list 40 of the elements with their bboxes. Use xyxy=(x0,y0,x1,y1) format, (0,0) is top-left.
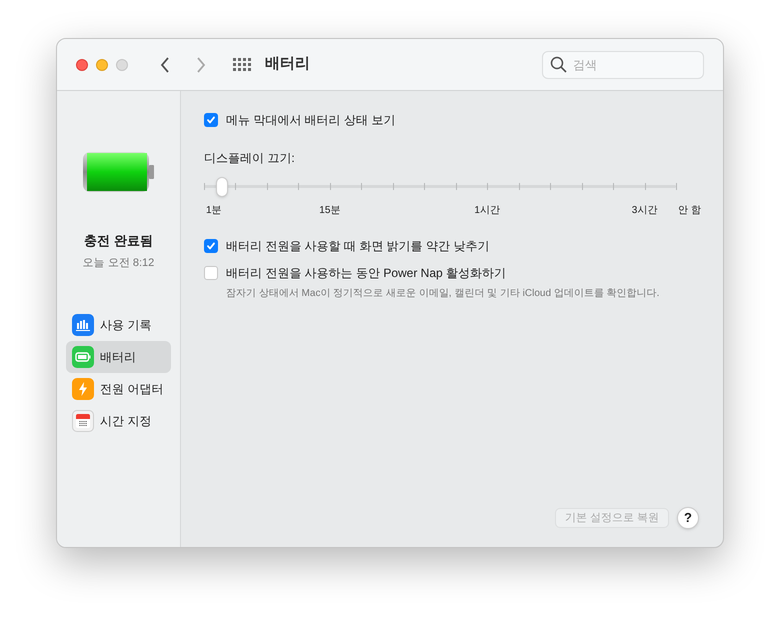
tick-label: 안 함 xyxy=(678,204,701,218)
tick-label: 1분 xyxy=(206,204,222,218)
back-icon[interactable] xyxy=(160,56,170,72)
search-icon xyxy=(550,56,567,72)
charge-status: 충전 완료됨 xyxy=(84,232,153,250)
minimize-button[interactable] xyxy=(96,58,108,70)
sidebar-label: 시간 지정 xyxy=(100,413,152,430)
option-description: 잠자기 상태에서 Mac이 정기적으로 새로운 이메일, 캘린더 및 기타 iCloud 업데이트를 확인합니다. xyxy=(226,287,660,301)
slider-label: 디스플레이 끄기: xyxy=(204,150,296,167)
sidebar-item[interactable]: 사용 기록 xyxy=(66,309,171,341)
search-field[interactable]: 검색 xyxy=(542,50,704,78)
forward-icon[interactable] xyxy=(196,56,206,72)
checkbox[interactable] xyxy=(204,113,218,127)
bar-chart-icon xyxy=(72,314,94,336)
sidebar-label: 사용 기록 xyxy=(100,317,152,334)
calendar-icon xyxy=(72,410,94,432)
sidebar-label: 전원 어댑터 xyxy=(100,381,164,398)
checkmark-icon xyxy=(206,115,216,125)
tick-label: 15분 xyxy=(319,204,340,218)
sidebar-item[interactable]: 시간 지정 xyxy=(66,405,171,437)
battery-full-icon xyxy=(82,151,156,193)
tick-label: 1시간 xyxy=(474,204,500,218)
battery-icon xyxy=(72,346,94,368)
lightning-icon xyxy=(72,378,94,400)
slider-thumb[interactable] xyxy=(216,177,228,197)
checkbox[interactable] xyxy=(204,239,218,253)
option-label: 메뉴 막대에서 배터리 상태 보기 xyxy=(226,112,396,129)
sidebar-item[interactable]: 전원 어댑터 xyxy=(66,373,171,405)
sidebar-item[interactable]: 배터리 xyxy=(66,341,171,373)
tick-label: 3시간 xyxy=(632,204,658,218)
checkbox[interactable] xyxy=(204,266,218,280)
close-button[interactable] xyxy=(76,58,88,70)
sidebar-label: 배터리 xyxy=(100,349,136,366)
window-title: 배터리 xyxy=(265,54,310,74)
charge-time: 오늘 오전 8:12 xyxy=(82,256,154,270)
option-label: 배터리 전원을 사용할 때 화면 밝기를 약간 낮추기 xyxy=(226,238,490,255)
help-button[interactable]: ? xyxy=(677,507,699,529)
option-label: 배터리 전원을 사용하는 동안 Power Nap 활성화하기 xyxy=(226,265,506,282)
grid-icon[interactable] xyxy=(233,58,251,72)
checkmark-icon xyxy=(206,241,216,251)
